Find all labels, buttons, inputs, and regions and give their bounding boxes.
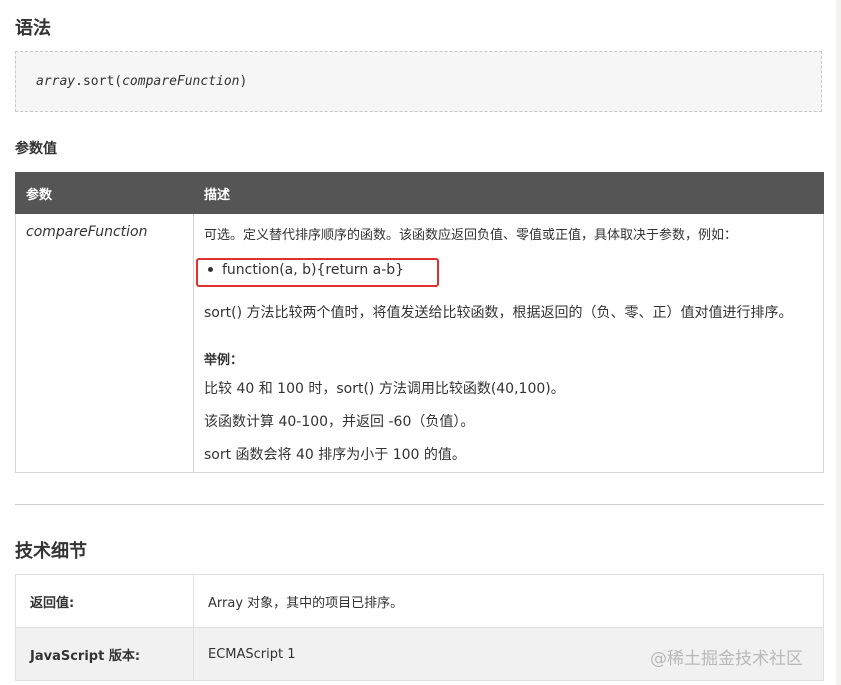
watermark: @稀土掘金技术社区 xyxy=(650,649,803,669)
section-divider xyxy=(15,504,824,505)
table-row: compareFunction 可选。定义替代排序顺序的函数。该函数应返回负值、… xyxy=(15,213,824,473)
desc-intro: 可选。定义替代排序顺序的函数。该函数应返回负值、零值或正值，具体取决于参数，例如… xyxy=(204,228,738,243)
page: 语法 array.sort(compareFunction) 参数值 参数 描述… xyxy=(0,0,841,685)
param-name-cell: compareFunction xyxy=(15,213,194,473)
params-table: 参数 描述 compareFunction 可选。定义替代排序顺序的函数。该函数… xyxy=(15,172,824,473)
params-heading: 参数值 xyxy=(15,141,57,157)
code-close: ) xyxy=(239,74,248,89)
example-1: 比较 40 和 100 时，sort() 方法调用比较函数(40,100)。 xyxy=(204,381,565,397)
bullet-dot-icon xyxy=(208,267,213,272)
params-col-desc: 描述 xyxy=(193,172,824,214)
example-3: sort 函数会将 40 排序为小于 100 的值。 xyxy=(204,447,466,463)
param-desc-cell: 可选。定义替代排序顺序的函数。该函数应返回负值、零值或正值，具体取决于参数，例如… xyxy=(193,213,824,473)
example-2: 该函数计算 40-100，并返回 -60（负值）。 xyxy=(204,414,475,430)
params-col-name: 参数 xyxy=(15,172,194,214)
tech-key: JavaScript 版本: xyxy=(15,627,194,681)
code-param: compareFunction xyxy=(122,74,240,89)
code-object: array xyxy=(36,74,76,89)
tech-heading: 技术细节 xyxy=(15,541,87,562)
desc-bullet: function(a, b){return a-b} xyxy=(222,262,405,278)
table-row: 返回值: Array 对象，其中的项目已排序。 xyxy=(15,574,824,628)
example-heading: 举例： xyxy=(204,353,244,368)
desc-sort: sort() 方法比较两个值时，将值发送给比较函数，根据返回的（负、零、正）值对… xyxy=(204,305,793,321)
param-name: compareFunction xyxy=(26,224,148,240)
syntax-code-line: array.sort(compareFunction) xyxy=(36,74,247,89)
tech-value: Array 对象，其中的项目已排序。 xyxy=(193,574,824,628)
code-method: .sort( xyxy=(75,74,123,89)
page-edge xyxy=(836,0,841,685)
tech-key: 返回值: xyxy=(15,574,194,628)
syntax-code-block: array.sort(compareFunction) xyxy=(15,51,822,112)
params-header-row: 参数 描述 xyxy=(15,172,824,214)
param-description: 可选。定义替代排序顺序的函数。该函数应返回负值、零值或正值，具体取决于参数，例如… xyxy=(194,214,823,472)
syntax-heading: 语法 xyxy=(15,18,51,39)
